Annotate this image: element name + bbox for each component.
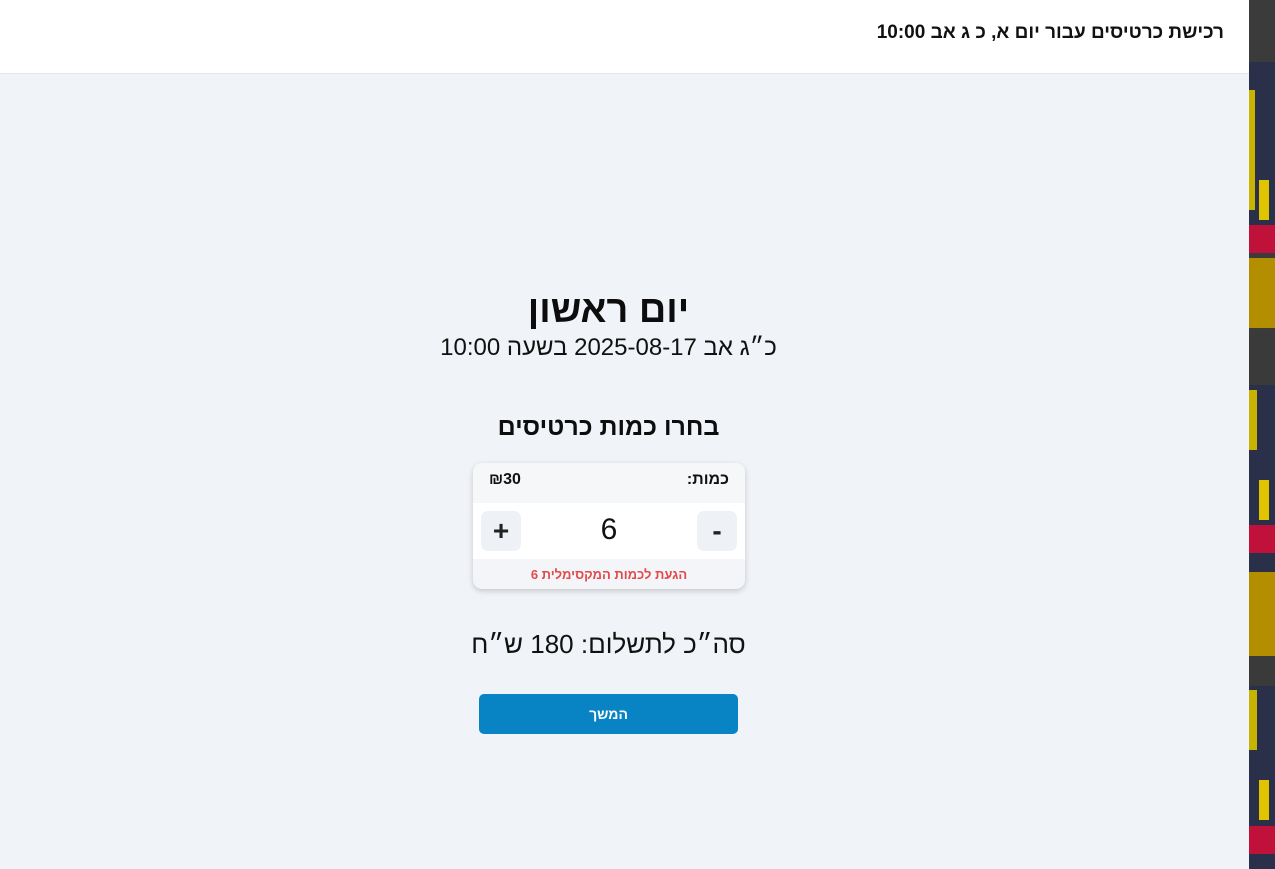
- quantity-card: כמות: ₪30 - 6 + הגעת לכמות המקסימלית 6: [473, 463, 745, 589]
- quantity-value: 6: [600, 513, 618, 546]
- max-quantity-warning: הגעת לכמות המקסימלית 6: [530, 567, 688, 582]
- main-content: יום ראשון כ״ג אב 2025-08-17 בשעה 10:00 ב…: [0, 74, 1249, 869]
- event-date-line: כ״ג אב 2025-08-17 בשעה 10:00: [440, 334, 777, 361]
- event-day-name: יום ראשון: [527, 289, 690, 331]
- page: רכישת כרטיסים עבור יום א, כ ג אב 10:00 י…: [0, 0, 1249, 869]
- quantity-card-header: כמות: ₪30: [473, 463, 745, 503]
- background-image-strip: [1249, 0, 1275, 869]
- increase-quantity-button[interactable]: +: [481, 511, 521, 551]
- decrease-quantity-button[interactable]: -: [697, 511, 737, 551]
- tickets-section-title: בחרו כמות כרטיסים: [497, 413, 720, 441]
- header-title: רכישת כרטיסים עבור יום א, כ ג אב 10:00: [876, 22, 1224, 43]
- quantity-stepper: - 6 +: [473, 503, 745, 559]
- header-bar: רכישת כרטיסים עבור יום א, כ ג אב 10:00: [0, 0, 1249, 74]
- ticket-price: ₪30: [489, 471, 521, 488]
- continue-button[interactable]: המשך: [479, 694, 738, 734]
- total-payment: סה״כ לתשלום: 180 ש״ח: [471, 629, 746, 659]
- quantity-label: כמות:: [686, 471, 729, 488]
- background-image: [1249, 0, 1275, 869]
